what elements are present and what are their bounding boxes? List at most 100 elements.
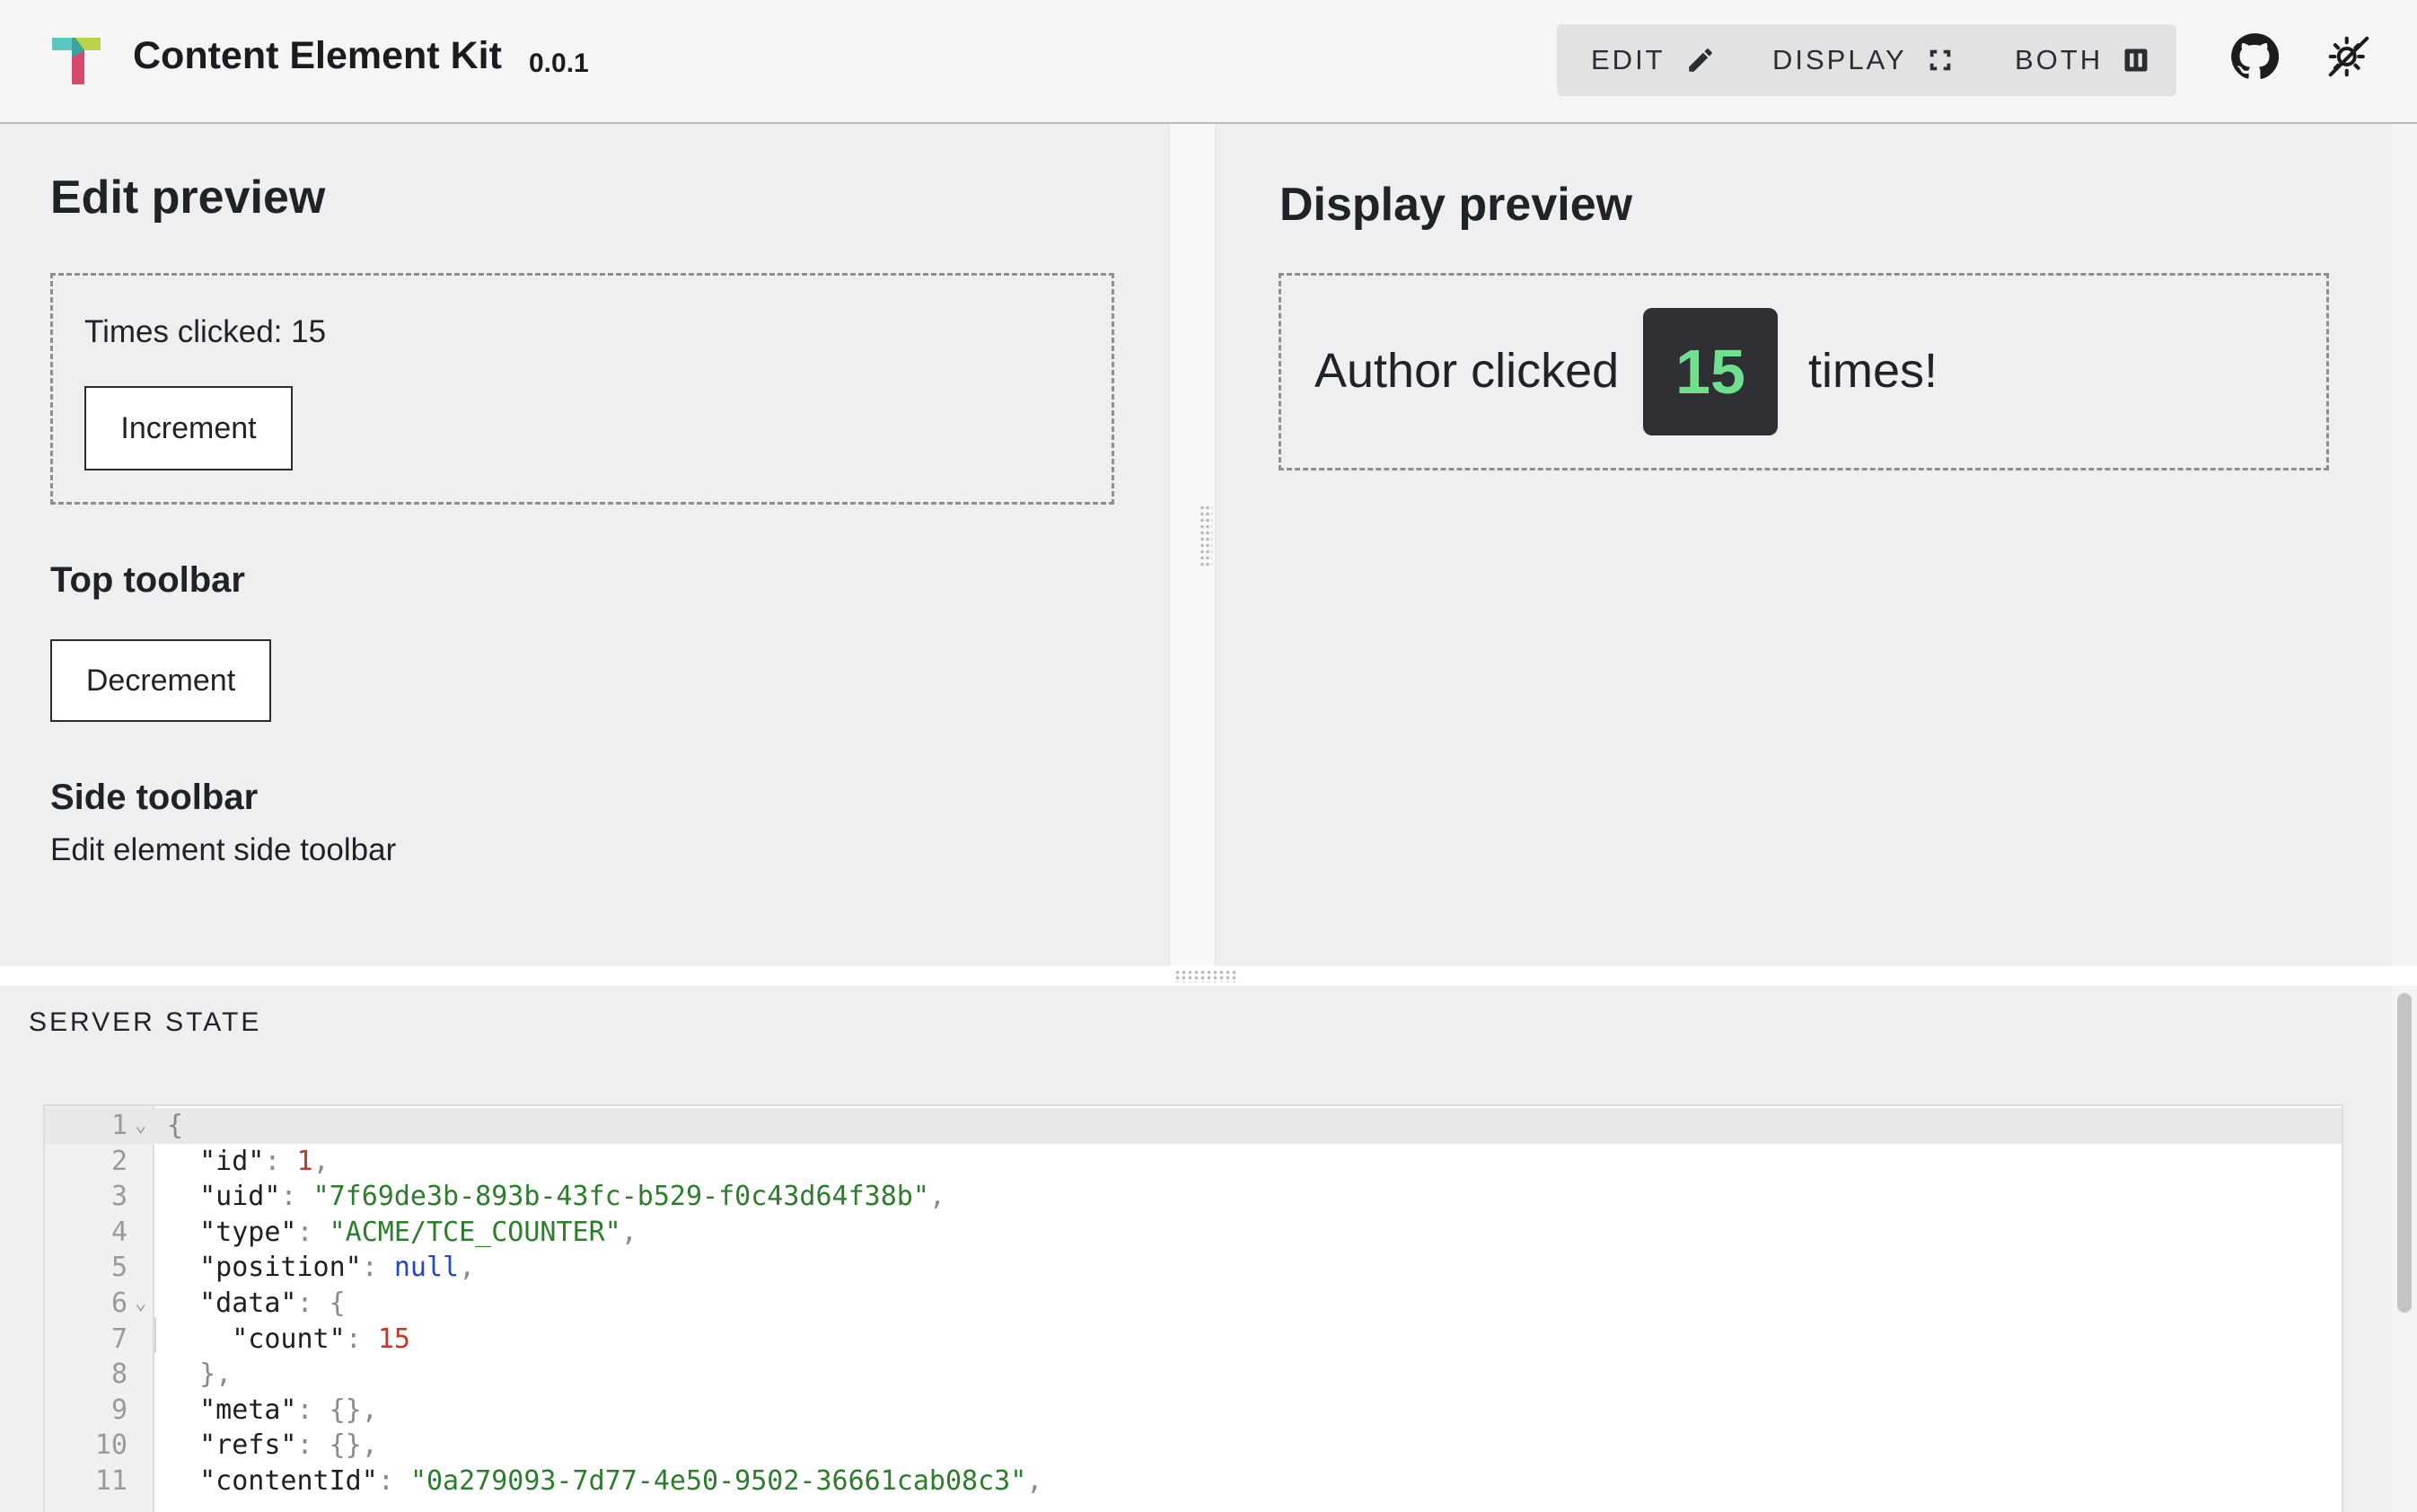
server-state-label: SERVER STATE — [29, 1007, 262, 1037]
edit-preview-title: Edit preview — [50, 171, 326, 224]
display-panel-scroll-track — [2392, 124, 2417, 966]
code-token: : — [377, 1465, 410, 1497]
code-token: "7f69de3b-893b-43fc-b529-f0c43d64f38b" — [312, 1181, 929, 1213]
app-title: Content Element Kit — [133, 34, 502, 77]
app-logo-icon — [52, 38, 101, 84]
horizontal-splitter-grip-icon[interactable] — [1174, 970, 1237, 982]
code-token: : — [264, 1145, 297, 1177]
code-token: "ACME/TCE_COUNTER" — [329, 1216, 621, 1248]
code-line[interactable]: 11 "contentId": "0a279093-7d77-4e50-9502… — [45, 1464, 2342, 1499]
code-token: null — [393, 1252, 460, 1284]
code-text: "id": 1, — [167, 1144, 330, 1180]
code-line[interactable]: 10 "refs": {}, — [45, 1428, 2342, 1464]
line-number: 7 — [110, 1323, 127, 1355]
code-token: "id" — [167, 1145, 265, 1177]
mode-both-button[interactable]: BOTH — [2015, 24, 2149, 96]
mode-toggle-group: EDIT DISPLAY BOTH — [1557, 24, 2176, 96]
code-text: "type": "ACME/TCE_COUNTER", — [167, 1215, 637, 1251]
code-token: "count" — [167, 1323, 346, 1355]
line-number: 4 — [110, 1216, 127, 1248]
code-token: , — [459, 1252, 476, 1284]
code-token: "position" — [167, 1252, 362, 1284]
server-state-scrollbar-thumb[interactable] — [2397, 993, 2412, 1313]
code-line[interactable]: 7 "count": 15 — [45, 1322, 2342, 1358]
code-token: , — [1026, 1465, 1043, 1497]
author-clicked-text: Author clicked — [1314, 344, 1620, 398]
code-text: "uid": "7f69de3b-893b-43fc-b529-f0c43d64… — [167, 1179, 945, 1215]
code-token: "uid" — [167, 1181, 281, 1213]
line-number: 3 — [110, 1181, 127, 1213]
code-token: "contentId" — [167, 1465, 378, 1497]
code-token: "data" — [167, 1288, 297, 1319]
fold-chevron-icon[interactable]: ⌄ — [135, 1108, 146, 1144]
code-token: "refs" — [167, 1429, 297, 1462]
line-number: 1 — [110, 1110, 127, 1141]
display-preview-panel — [1216, 124, 2392, 966]
code-text: "data": { — [167, 1286, 346, 1322]
click-count-badge: 15 — [1643, 308, 1778, 435]
code-text: }, — [167, 1357, 232, 1393]
increment-button[interactable]: Increment — [84, 386, 293, 470]
app-version: 0.0.1 — [529, 48, 589, 78]
code-text: "position": null, — [167, 1250, 475, 1286]
theme-toggle-icon[interactable] — [2325, 32, 2373, 81]
code-line[interactable]: 5 "position": null, — [45, 1250, 2342, 1286]
code-line[interactable]: 9 "meta": {}, — [45, 1393, 2342, 1428]
mode-edit-button[interactable]: EDIT — [1591, 24, 1716, 96]
code-token: , — [928, 1181, 945, 1213]
code-text: "refs": {}, — [167, 1428, 378, 1464]
code-line[interactable]: 2 "id": 1, — [45, 1144, 2342, 1180]
code-token: : — [345, 1323, 378, 1355]
pencil-icon — [1688, 48, 1712, 72]
json-code-editor[interactable]: 1 ⌄{2 "id": 1, 3 "uid": "7f69de3b-893b-43f… — [43, 1104, 2343, 1512]
display-preview-title: Display preview — [1279, 179, 1633, 231]
line-number: 10 — [94, 1429, 127, 1462]
code-token: : { — [296, 1288, 346, 1319]
mode-edit-label: EDIT — [1591, 44, 1666, 75]
vertical-splitter-grip-icon[interactable] — [1200, 505, 1212, 567]
code-line[interactable]: 1 ⌄ { — [45, 1108, 2342, 1144]
line-number: 9 — [110, 1393, 127, 1426]
github-icon[interactable] — [2230, 32, 2279, 81]
code-token: , — [312, 1145, 330, 1177]
code-token: "0a279093-7d77-4e50-9502-36661cab08c3" — [409, 1465, 1027, 1497]
times-suffix-text: times! — [1808, 344, 1938, 398]
times-clicked-text: Times clicked: 15 — [84, 314, 327, 349]
decrement-button[interactable]: Decrement — [50, 639, 271, 722]
top-toolbar-title: Top toolbar — [50, 560, 245, 600]
code-token: "meta" — [167, 1393, 297, 1426]
indent-guide — [154, 1317, 156, 1353]
fold-chevron-icon[interactable]: ⌄ — [135, 1286, 146, 1322]
line-number: 11 — [94, 1465, 127, 1497]
line-number: 8 — [110, 1358, 127, 1391]
code-token: : {}, — [296, 1429, 378, 1462]
app-header: Content Element Kit 0.0.1 EDIT DISPLAY B… — [0, 0, 2417, 124]
split-view-icon — [2124, 48, 2148, 72]
code-text: "meta": {}, — [167, 1393, 378, 1428]
mode-both-label: BOTH — [2015, 44, 2104, 75]
code-line[interactable]: 4 "type": "ACME/TCE_COUNTER", — [45, 1215, 2342, 1251]
code-line[interactable]: 3 "uid": "7f69de3b-893b-43fc-b529-f0c43d… — [45, 1179, 2342, 1215]
code-token: 15 — [377, 1323, 410, 1355]
line-number: 6 — [110, 1288, 127, 1319]
line-number: 2 — [110, 1145, 127, 1177]
code-token: 1 — [296, 1145, 313, 1177]
code-token: : — [361, 1252, 394, 1284]
code-token: : {}, — [296, 1393, 378, 1426]
line-number: 5 — [110, 1252, 127, 1284]
fullscreen-icon — [1929, 49, 1950, 71]
code-text: { — [167, 1108, 183, 1144]
side-toolbar-title: Side toolbar — [50, 778, 259, 817]
mode-display-button[interactable]: DISPLAY — [1772, 24, 1954, 96]
code-line[interactable]: 8 }, — [45, 1357, 2342, 1393]
mode-display-label: DISPLAY — [1772, 44, 1907, 75]
code-token: , — [620, 1216, 637, 1248]
side-toolbar-text: Edit element side toolbar — [50, 832, 397, 867]
code-text: "count": 15 — [167, 1322, 410, 1358]
code-token: : — [296, 1216, 330, 1248]
code-text: "contentId": "0a279093-7d77-4e50-9502-36… — [167, 1464, 1042, 1499]
code-line[interactable]: 6 ⌄ "data": { — [45, 1286, 2342, 1322]
code-token: "type" — [167, 1216, 297, 1248]
code-token: }, — [167, 1358, 233, 1391]
code-token: { — [167, 1110, 184, 1141]
